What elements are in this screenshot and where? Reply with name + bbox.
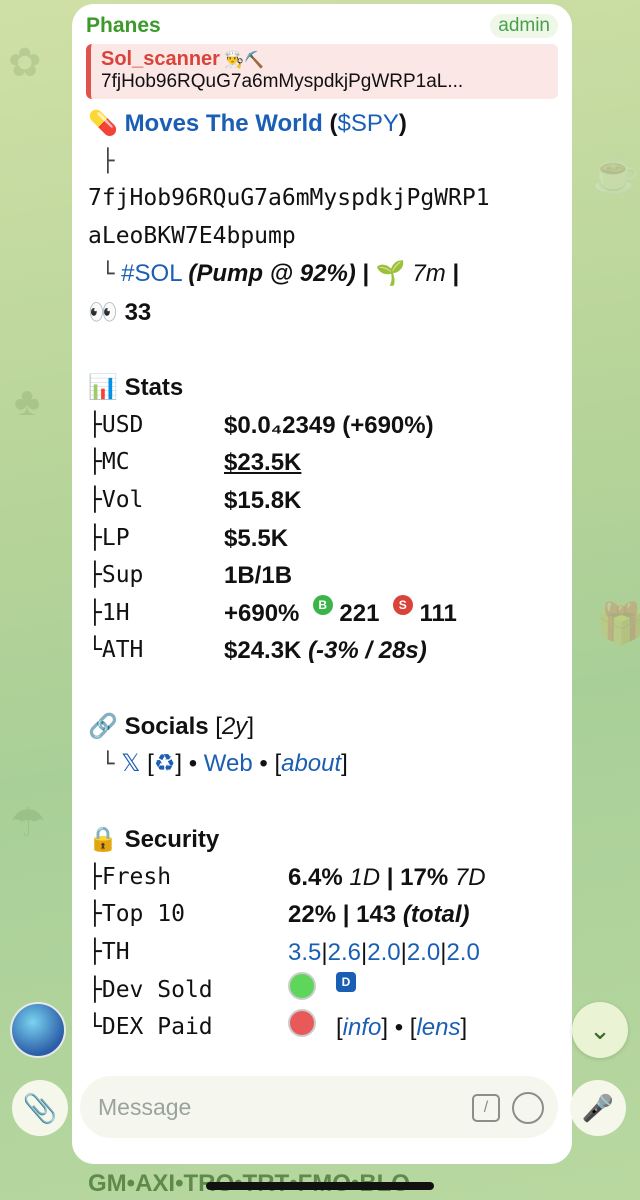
recycle-icon[interactable]: ♻ (154, 750, 176, 777)
socials-age: 2y (221, 712, 248, 740)
message-header: Phanes admin (72, 4, 572, 38)
message-bubble: Phanes admin Sol_scanner 👨‍🍳⛏️ 7fjHob96R… (72, 4, 572, 1164)
message-input[interactable] (80, 1092, 460, 1122)
security-row-th: ├TH 3.5 | 2.6 | 2.0 | 2.0 | 2.0 (88, 934, 556, 972)
green-status-icon (288, 971, 316, 1000)
sticker-icon[interactable] (512, 1092, 544, 1124)
web-link[interactable]: Web (204, 750, 253, 777)
link-icon: 🔗 (88, 711, 118, 740)
seedling-icon: 🌱 (375, 259, 406, 288)
reply-text: 7fjHob96RQuG7a6mMyspdkjPgWRP1aL... (101, 71, 464, 92)
security-row-devsold: ├Dev Sold D (88, 971, 556, 1010)
stats-row-usd: ├USD $0.0₄2349 (+690%) (88, 407, 556, 445)
token-age: 7m (412, 260, 446, 288)
security-row-fresh: ├Fresh 6.4% 1D | 17% 7D (88, 863, 486, 891)
lens-link[interactable]: lens (416, 1009, 460, 1047)
sells-count: 111 (419, 599, 457, 627)
lock-icon: 🔒 (88, 825, 118, 854)
th-value-link[interactable]: 3.5 (288, 934, 321, 972)
scroll-down-button[interactable]: ⌄ (572, 1002, 628, 1058)
message-composer: 📎 / 🎤 (0, 1072, 640, 1140)
background-doodle: ✿ (8, 41, 42, 85)
stats-row-1h: ├1H +690% B 221 S 111 (88, 594, 556, 633)
background-doodle: ☂ (10, 801, 46, 845)
message-input-container: / (80, 1076, 558, 1138)
attach-button[interactable]: 📎 (12, 1080, 68, 1136)
reply-preview[interactable]: Sol_scanner 👨‍🍳⛏️ 7fjHob96RQuG7a6mMyspdk… (86, 44, 558, 99)
stats-sup-value: 1B/1B (224, 562, 293, 590)
sender-name[interactable]: Phanes (86, 14, 161, 38)
stats-vol-value: $15.8K (224, 486, 302, 514)
stats-usd-value: $0.0₄2349 (224, 411, 336, 439)
stats-1h-value: +690% (224, 599, 300, 627)
stats-ath-value: $24.3K (224, 637, 302, 665)
background-doodle: ☕ (590, 152, 640, 196)
token-ticker-link[interactable]: $SPY (337, 110, 398, 137)
eyes-icon: 👀 (88, 297, 118, 326)
about-link[interactable]: about (281, 750, 341, 777)
stats-row-lp: ├LP $5.5K (88, 520, 556, 558)
pump-label: Pump @ (196, 260, 294, 288)
reply-sender-name: Sol_scanner (101, 48, 220, 70)
dev-link-icon[interactable]: D (336, 971, 357, 992)
stats-row-ath: └ATH $24.3K (-3% / 28s) (88, 632, 556, 670)
pump-percent: 92% (299, 260, 348, 288)
security-row-dexpaid: └DEX Paid [info] • [lens] (88, 1009, 556, 1047)
message-content: 💊 Moves The World ($SPY) ├ 7fjHob96RQuG7… (72, 99, 572, 1047)
stats-lp-value: $5.5K (224, 524, 289, 552)
security-row-top10: ├Top 10 22% | 143 (total) (88, 901, 470, 929)
stats-usd-change: (+690%) (342, 411, 434, 439)
th-value-link[interactable]: 2.0 (446, 934, 479, 972)
th-value-link[interactable]: 2.6 (328, 934, 361, 972)
x-twitter-link[interactable]: 𝕏 (121, 750, 140, 777)
info-link[interactable]: info (343, 1009, 382, 1047)
role-badge: admin (490, 14, 558, 38)
chef-pickaxe-icon: 👨‍🍳⛏️ (224, 50, 265, 69)
bar-chart-icon: 📊 (88, 373, 118, 402)
watchers-count: 33 (124, 298, 152, 326)
stats-row-vol: ├Vol $15.8K (88, 482, 556, 520)
security-title: Security (124, 826, 220, 854)
chain-hashtag[interactable]: #SOL (121, 260, 181, 287)
th-value-link[interactable]: 2.0 (407, 934, 440, 972)
stats-ath-change: (-3% / 28s) (308, 637, 427, 665)
token-address-line1[interactable]: 7fjHob96RQuG7a6mMyspdkjPgWRP1 (88, 180, 556, 218)
stats-row-sup: ├Sup 1B/1B (88, 557, 556, 595)
paperclip-icon: 📎 (22, 1092, 58, 1124)
token-name-link[interactable]: Moves The World (125, 110, 323, 137)
red-status-icon (288, 1009, 316, 1038)
avatar[interactable] (10, 1002, 66, 1058)
buys-count: 221 (339, 599, 380, 627)
chevron-down-icon: ⌄ (589, 1014, 611, 1045)
command-icon[interactable]: / (472, 1094, 500, 1122)
buys-icon: B (312, 594, 333, 615)
stats-mc-value[interactable]: $23.5K (224, 444, 301, 482)
background-doodle: 🎁 (596, 602, 640, 646)
socials-title: Socials (124, 712, 209, 740)
background-doodle: ♣ (14, 380, 41, 424)
microphone-icon: 🎤 (581, 1092, 615, 1123)
home-indicator (206, 1182, 434, 1190)
stats-title: Stats (124, 374, 184, 402)
tree-branch: ├ (88, 148, 115, 174)
stats-row-mc: ├MC $23.5K (88, 444, 556, 482)
token-address-line2[interactable]: aLeoBKW7E4bpump (88, 218, 556, 256)
microphone-button[interactable]: 🎤 (570, 1080, 626, 1136)
pill-icon: 💊 (88, 109, 118, 137)
th-value-link[interactable]: 2.0 (367, 934, 400, 972)
sells-icon: S (392, 594, 413, 615)
